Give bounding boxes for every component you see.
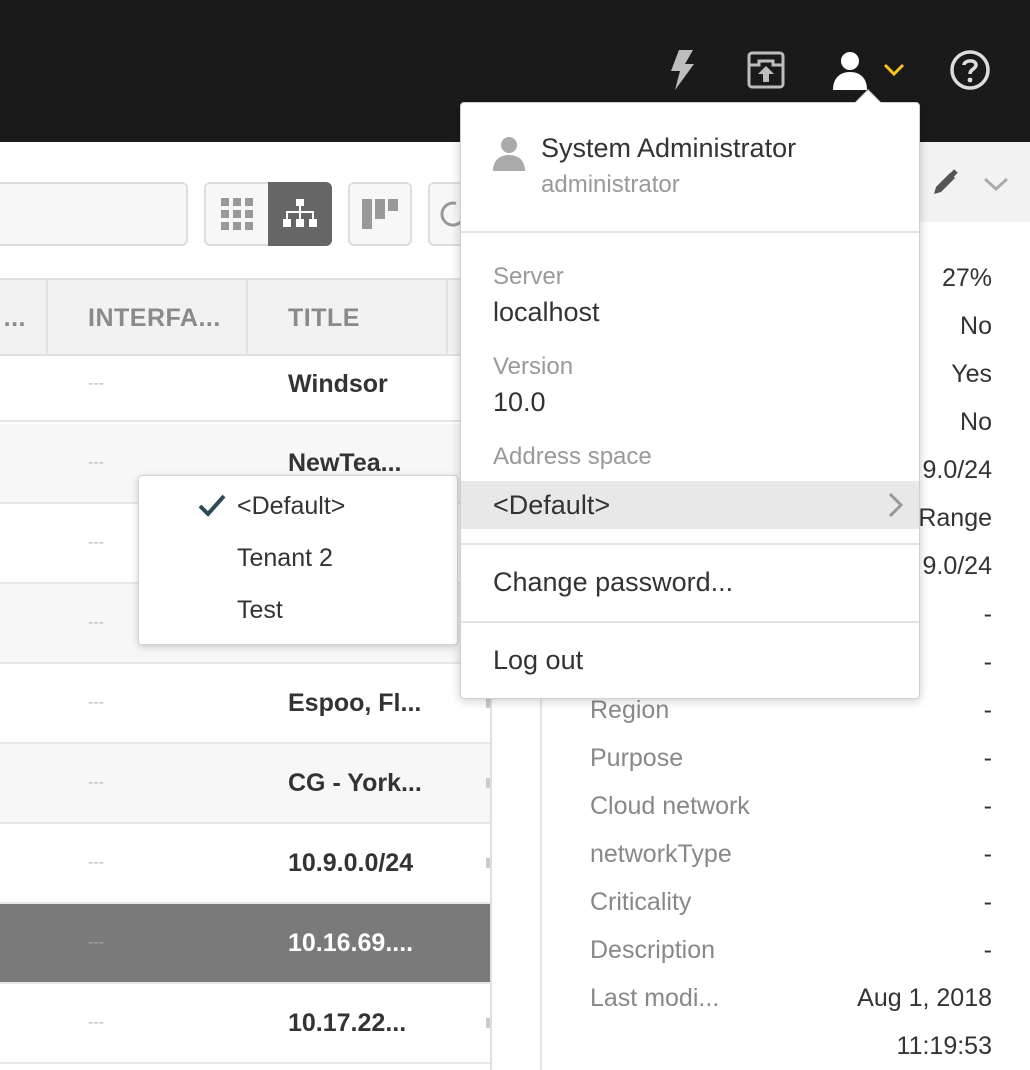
user-login: administrator — [541, 171, 680, 198]
interface-cell: --- — [88, 694, 104, 711]
menu-item-default[interactable]: <Default> — [139, 480, 457, 532]
board-view-button[interactable] — [348, 182, 412, 246]
address-space-selector[interactable]: <Default> — [461, 481, 919, 529]
row-edge-marker — [486, 778, 490, 788]
data-table: ... INTERFA... TITLE --- Windsor --- New… — [0, 278, 492, 1070]
search-input[interactable] — [0, 182, 188, 246]
detail-value-cloud-network: - — [983, 791, 992, 820]
detail-value-description: - — [983, 935, 992, 964]
user-menu: System Administrator administrator Serve… — [460, 89, 920, 699]
help-icon[interactable] — [948, 48, 992, 92]
detail-label-description: Description — [590, 935, 716, 964]
detail-value: 27% — [941, 263, 992, 292]
row-edge-marker — [486, 698, 490, 708]
interface-cell: --- — [88, 375, 104, 392]
interface-cell: --- — [88, 454, 104, 471]
row-edge-marker — [486, 1018, 490, 1028]
row-edge-marker — [486, 858, 490, 868]
log-out-item[interactable]: Log out — [493, 645, 583, 676]
interface-cell: --- — [88, 534, 104, 551]
table-row-selected[interactable]: --- 10.16.69.... — [0, 904, 490, 984]
chevron-down-icon[interactable] — [982, 170, 1010, 198]
detail-label-network-type: networkType — [590, 839, 732, 868]
table-row[interactable]: --- 10.17.22... — [0, 984, 490, 1064]
interface-cell: --- — [88, 614, 104, 631]
interface-cell: --- — [88, 1014, 104, 1031]
hierarchy-view-button[interactable] — [268, 182, 332, 246]
menu-divider — [461, 231, 919, 233]
detail-value-last-modified: Aug 1, 2018 — [857, 983, 992, 1012]
menu-item-test[interactable]: Test — [139, 584, 457, 636]
menu-item-label: Test — [237, 595, 283, 624]
table-row[interactable]: --- 10.9.0.0/24 — [0, 824, 490, 904]
user-icon[interactable] — [828, 48, 872, 92]
address-space-value: <Default> — [493, 489, 611, 520]
user-display-name: System Administrator — [541, 133, 797, 163]
grid-icon — [221, 198, 253, 230]
server-label: Server — [493, 263, 564, 290]
menu-divider — [461, 543, 919, 545]
column-header[interactable]: ... — [0, 280, 48, 356]
menu-divider — [461, 621, 919, 623]
address-space-label: Address space — [493, 443, 652, 470]
detail-value: - — [983, 599, 992, 628]
upload-tray-icon[interactable] — [746, 50, 786, 90]
server-value: localhost — [493, 297, 600, 327]
menu-item-label: <Default> — [237, 491, 346, 520]
detail-value-region: - — [983, 695, 992, 724]
title-cell: Windsor — [288, 369, 388, 398]
title-cell: Espoo, Fl... — [288, 688, 422, 717]
board-icon — [362, 199, 398, 229]
interface-cell: --- — [88, 854, 104, 871]
detail-label-last-modified: Last modi... — [590, 983, 720, 1012]
hierarchy-icon — [283, 199, 317, 227]
version-label: Version — [493, 353, 574, 380]
table-row[interactable]: --- Espoo, Fl... — [0, 664, 490, 744]
title-cell: CG - York... — [288, 768, 422, 797]
menu-item-label: Tenant 2 — [237, 543, 333, 572]
column-header-title[interactable]: TITLE — [248, 280, 448, 356]
title-cell: 10.17.22... — [288, 1008, 407, 1037]
interface-cell: --- — [88, 774, 104, 791]
title-cell: 10.9.0.0/24 — [288, 848, 414, 877]
detail-value: No — [960, 311, 992, 340]
detail-label-cloud-network: Cloud network — [590, 791, 750, 820]
table-row[interactable]: --- CG - York... — [0, 744, 490, 824]
detail-value: No — [960, 407, 992, 436]
detail-value: 9.0/24 — [922, 455, 992, 484]
lightning-icon[interactable] — [664, 50, 700, 90]
detail-value-last-modified-time: 11:19:53 — [896, 1031, 992, 1060]
detail-value: Range — [918, 503, 992, 532]
change-password-item[interactable]: Change password... — [493, 567, 733, 598]
grid-view-button[interactable] — [204, 182, 270, 246]
detail-value-criticality: - — [983, 887, 992, 916]
detail-value-network-type: - — [983, 839, 992, 868]
table-row[interactable]: --- Windsor — [0, 356, 490, 422]
table-header: ... INTERFA... TITLE — [0, 278, 490, 356]
detail-label-purpose: Purpose — [590, 743, 684, 772]
detail-label-criticality: Criticality — [590, 887, 692, 916]
chevron-right-icon — [888, 492, 904, 518]
chevron-down-icon[interactable] — [882, 58, 906, 82]
address-space-submenu: <Default> Tenant 2 Test — [138, 475, 458, 645]
version-value: 10.0 — [493, 387, 546, 417]
checkmark-icon — [198, 494, 226, 517]
column-header-interface[interactable]: INTERFA... — [48, 280, 248, 356]
detail-value: Yes — [951, 359, 992, 388]
detail-value: 9.0/24 — [922, 551, 992, 580]
interface-cell: --- — [88, 934, 104, 951]
title-cell: 10.16.69.... — [288, 928, 414, 957]
edit-icon[interactable] — [928, 166, 962, 200]
menu-item-tenant-2[interactable]: Tenant 2 — [139, 532, 457, 584]
detail-value-purpose: - — [983, 743, 992, 772]
detail-value: - — [983, 647, 992, 676]
avatar-icon — [493, 137, 525, 171]
